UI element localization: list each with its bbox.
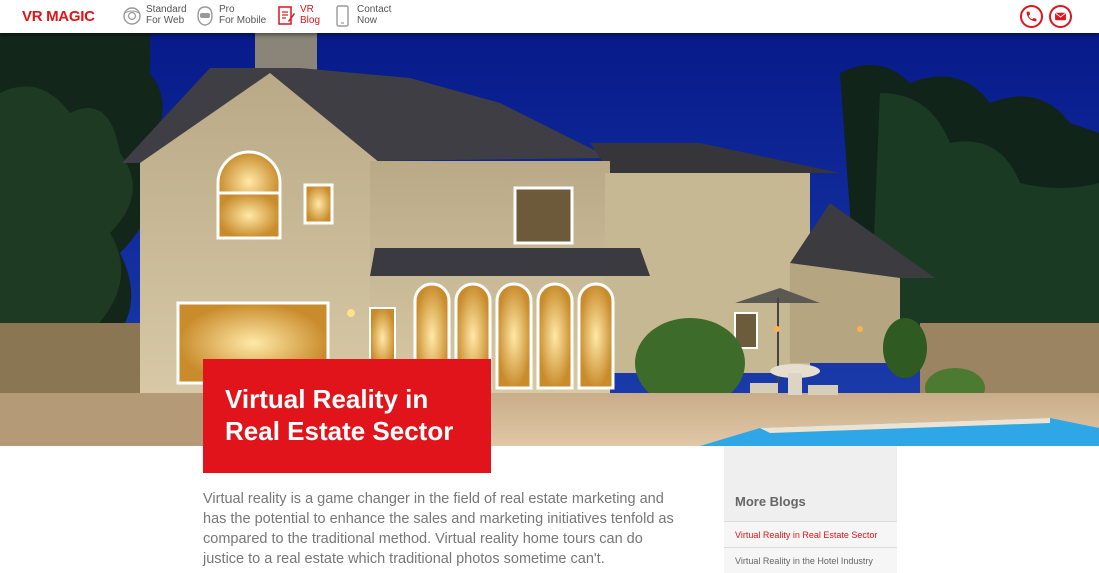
nav-label-line1: Pro <box>219 4 235 15</box>
nav-label-line2: For Mobile <box>219 15 267 26</box>
house-at-night-image <box>0 33 1099 446</box>
sidebar-link-hotel-industry[interactable]: Virtual Reality in the Hotel Industry <box>724 547 897 573</box>
article-title-line1: Virtual Reality in <box>225 384 429 414</box>
blog-edit-icon <box>278 6 295 25</box>
nav-label-line2: Blog <box>300 15 321 26</box>
nav-item-standard[interactable]: Standard For Web <box>122 4 187 30</box>
nav-item-pro[interactable]: Pro For Mobile <box>195 4 266 30</box>
brand-logo[interactable]: VR MAGIC <box>22 8 95 25</box>
article-title: Virtual Reality in Real Estate Sector <box>225 383 491 447</box>
nav-item-vr-blog[interactable]: VR Blog <box>276 4 320 30</box>
article-intro: Virtual reality is a game changer in the… <box>203 491 674 567</box>
phone-icon <box>1026 11 1037 22</box>
nav-label-line1: VR <box>300 4 314 15</box>
more-blogs-sidebar: More Blogs Virtual Reality in Real Estat… <box>724 446 897 573</box>
hero-image <box>0 33 1099 446</box>
nav-label-line1: Contact <box>357 4 392 15</box>
top-navigation-bar: VR MAGIC Standard For Web Pro For Mobile V… <box>0 0 1099 33</box>
panorama-icon <box>123 7 141 25</box>
mobile-phone-icon <box>336 5 349 27</box>
sidebar-link-real-estate[interactable]: Virtual Reality in Real Estate Sector <box>724 521 897 547</box>
email-icon <box>1055 12 1066 21</box>
nav-label-line1: Standard <box>146 4 187 15</box>
article-title-box: Virtual Reality in Real Estate Sector <box>203 359 491 473</box>
vr-headset-icon <box>197 6 213 26</box>
nav-label-line2: Now <box>357 15 378 26</box>
nav-label-line2: For Web <box>146 15 185 26</box>
article-title-line2: Real Estate Sector <box>225 416 454 446</box>
phone-button[interactable] <box>1020 5 1043 28</box>
nav-item-contact[interactable]: Contact Now <box>333 4 391 30</box>
email-button[interactable] <box>1049 5 1072 28</box>
sidebar-heading: More Blogs <box>735 494 806 509</box>
